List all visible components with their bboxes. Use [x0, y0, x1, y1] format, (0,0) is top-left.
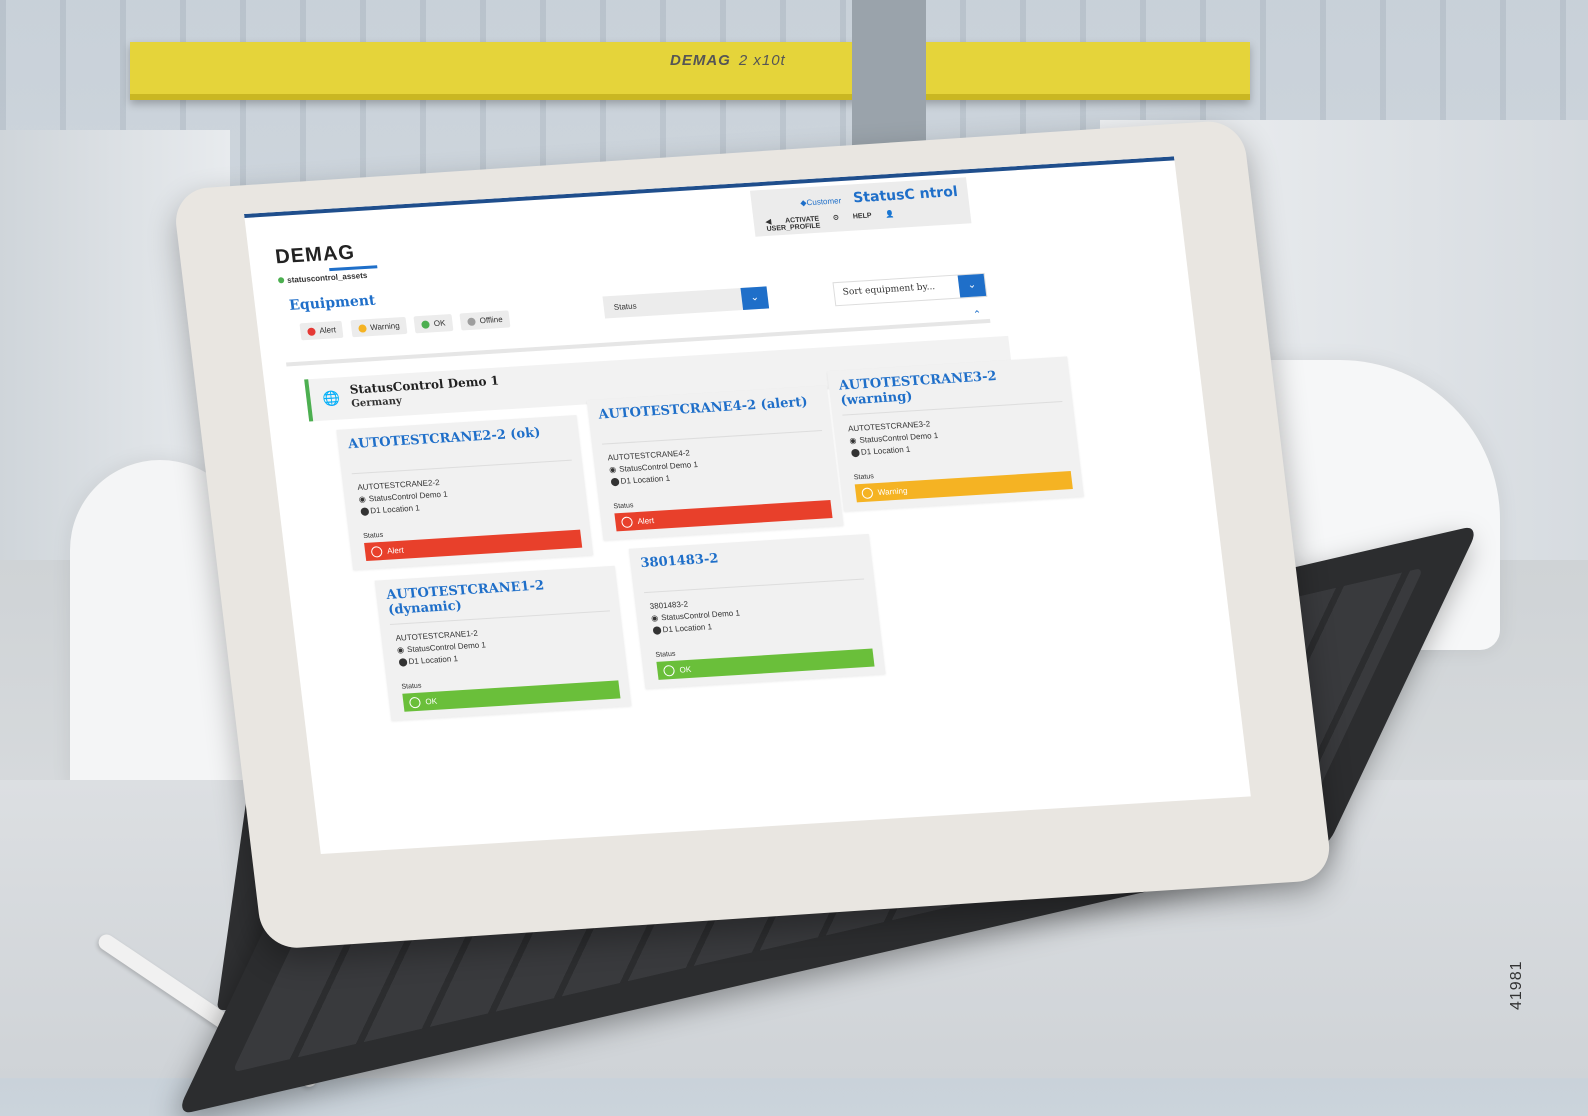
status-text: Alert — [637, 516, 655, 527]
status-text: Warning — [877, 486, 908, 498]
ok-dot-icon — [421, 320, 431, 329]
legend-alert[interactable]: Alert — [299, 320, 344, 341]
chevron-up-icon[interactable]: ⌃ — [967, 309, 989, 324]
status-ring-icon — [662, 664, 676, 677]
card-site-text: StatusControl Demo 1 — [406, 640, 487, 655]
card-location: ⬤D1 Location 1 — [360, 503, 420, 516]
status-text: OK — [424, 696, 438, 707]
status-filter-value: Status — [613, 301, 638, 312]
status-label: Status — [655, 650, 676, 659]
equipment-card[interactable]: 3801483-2 3801483-2 ◉ StatusControl Demo … — [628, 533, 886, 689]
sort-select[interactable]: Sort equipment by... ⌄ — [832, 272, 988, 307]
equipment-card[interactable]: AUTOTESTCRANE1-2 (dynamic) AUTOTESTCRANE… — [374, 565, 632, 721]
card-site: ◉ StatusControl Demo 1 — [397, 640, 487, 654]
statuscontrol-brand: StatusC ntrol — [852, 184, 958, 206]
card-location-text: D1 Location 1 — [860, 444, 911, 457]
customer-link-label: Customer — [805, 196, 842, 208]
card-location-text: D1 Location 1 — [369, 503, 421, 516]
card-location-text: D1 Location 1 — [408, 654, 459, 667]
status-filter-select[interactable]: Status ⌄ — [602, 286, 770, 319]
status-text: Alert — [386, 545, 405, 556]
equipment-card[interactable]: AUTOTESTCRANE3-2 (warning) AUTOTESTCRANE… — [827, 356, 1084, 512]
legend-offline-label: Offline — [479, 314, 504, 326]
online-dot-icon — [277, 277, 285, 284]
card-site: ◉ StatusControl Demo 1 — [849, 431, 939, 445]
page-title: Equipment — [288, 292, 377, 314]
logo-underline — [329, 265, 378, 272]
globe-icon: 🌐 — [321, 389, 341, 407]
equipment-card[interactable]: AUTOTESTCRANE4-2 (alert) AUTOTESTCRANE4-… — [586, 385, 844, 541]
legend-offline[interactable]: Offline — [459, 310, 511, 331]
legend-warning[interactable]: Warning — [350, 316, 408, 338]
status-ring-icon — [861, 487, 874, 500]
card-title[interactable]: AUTOTESTCRANE2-2 (ok) — [347, 424, 569, 452]
legend-warning-label: Warning — [369, 321, 401, 333]
card-site: ◉ StatusControl Demo 1 — [609, 460, 699, 474]
card-divider — [602, 430, 823, 445]
card-site: ◉ StatusControl Demo 1 — [358, 490, 448, 504]
card-site-text: StatusControl Demo 1 — [368, 489, 449, 504]
tablet-device: DEMAG statuscontrol_assets ◆Customer Sta… — [0, 0, 1588, 1078]
status-bar-alert: Alert — [614, 500, 833, 532]
demag-logo[interactable]: DEMAG — [274, 241, 356, 269]
sort-placeholder: Sort equipment by... — [842, 282, 936, 298]
header-panel: ◆Customer StatusC ntrol ◀ ACTIVATE ⊙ HEL… — [749, 177, 972, 237]
status-bar-ok: OK — [402, 680, 621, 712]
card-location: ⬤D1 Location 1 — [398, 654, 458, 667]
status-label: Status — [853, 473, 875, 482]
offline-dot-icon — [467, 317, 477, 326]
chevron-down-icon[interactable]: ⌄ — [740, 286, 770, 310]
status-bar-alert: Alert — [364, 529, 583, 562]
card-location: ⬤D1 Location 1 — [610, 474, 670, 487]
tablet-screen: DEMAG statuscontrol_assets ◆Customer Sta… — [244, 156, 1251, 855]
card-site: ◉ StatusControl Demo 1 — [651, 608, 741, 622]
warning-dot-icon — [357, 324, 367, 333]
help-link[interactable]: ⊙ HELP — [833, 212, 872, 221]
chevron-down-icon[interactable]: ⌄ — [957, 273, 987, 298]
card-title[interactable]: 3801483-2 — [640, 543, 862, 571]
header-links: ◀ ACTIVATE ⊙ HELP 👤USER_PROFILE — [753, 206, 961, 234]
status-legend: Alert Warning OK Offline — [299, 310, 516, 341]
card-divider — [644, 578, 865, 594]
status-ring-icon — [408, 696, 422, 709]
help-label: HELP — [852, 212, 873, 221]
customer-link[interactable]: ◆Customer — [800, 196, 842, 208]
card-divider — [351, 459, 572, 475]
card-site-text: StatusControl Demo 1 — [618, 459, 699, 474]
legend-ok-label: OK — [433, 318, 446, 329]
status-ring-icon — [370, 545, 383, 558]
status-bar-warning: Warning — [854, 471, 1073, 503]
assets-label-text: statuscontrol_assets — [286, 270, 368, 285]
equipment-card[interactable]: AUTOTESTCRANE2-2 (ok) AUTOTESTCRANE2-2 ◉… — [336, 415, 594, 570]
card-id: 3801483-2 — [649, 599, 689, 611]
card-title[interactable]: AUTOTESTCRANE4-2 (alert) — [598, 394, 820, 423]
alert-dot-icon — [307, 327, 316, 336]
site-name: StatusControl Demo 1 — [348, 373, 500, 397]
status-bar-ok: OK — [656, 648, 875, 680]
card-site-text: StatusControl Demo 1 — [858, 430, 939, 445]
card-site-text: StatusControl Demo 1 — [660, 608, 741, 623]
status-label: Status — [613, 502, 634, 511]
status-label: Status — [362, 531, 384, 541]
assets-label: statuscontrol_assets — [277, 270, 368, 286]
legend-alert-label: Alert — [318, 325, 337, 336]
brand-prefix: StatusC — [852, 186, 916, 207]
site-country: Germany — [350, 395, 403, 410]
card-location: ⬤D1 Location 1 — [652, 622, 712, 635]
card-location: ⬤D1 Location 1 — [850, 445, 910, 458]
status-ring-icon — [620, 516, 634, 529]
status-text: OK — [679, 664, 692, 675]
brand-row: ◆Customer StatusC ntrol — [799, 184, 959, 210]
brand-suffix: ntrol — [918, 183, 959, 203]
card-location-text: D1 Location 1 — [662, 622, 713, 635]
legend-ok[interactable]: OK — [413, 313, 454, 334]
card-location-text: D1 Location 1 — [620, 473, 671, 486]
status-label: Status — [401, 682, 422, 691]
